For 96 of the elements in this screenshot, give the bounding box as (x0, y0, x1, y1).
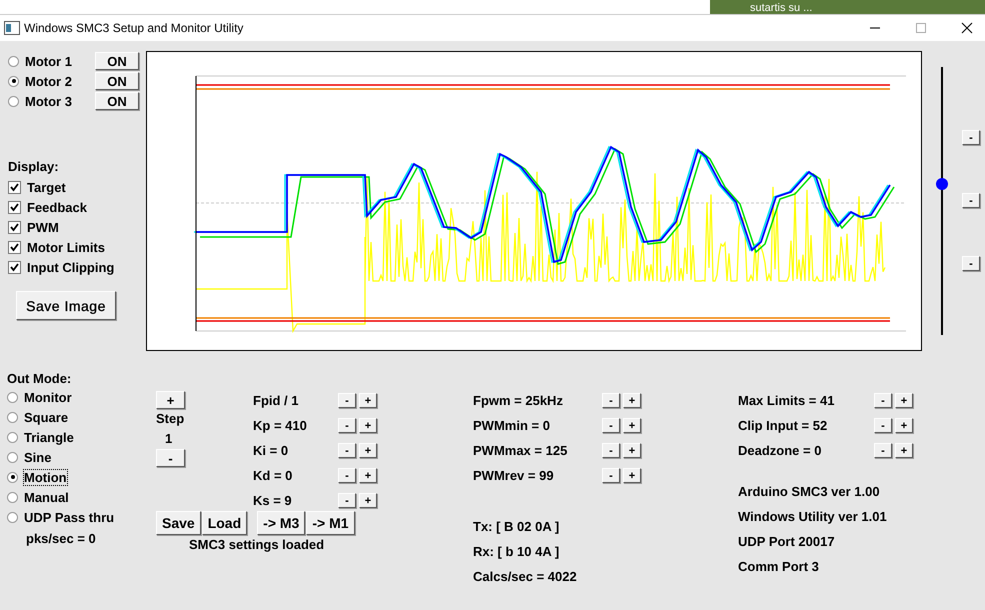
background-window-text: sutartis su ... (750, 2, 812, 14)
file-button[interactable]: Load (202, 511, 248, 535)
motor-on-button[interactable]: ON (95, 72, 139, 90)
pid-param-label: Ks = 9 (253, 493, 293, 508)
decrease-button[interactable]: - (338, 468, 356, 483)
comms-text: Tx: [ B 02 0A ] (473, 518, 560, 536)
pwm-param-label: PWMmax = 125 (473, 443, 568, 458)
decrease-button[interactable]: - (338, 418, 356, 433)
out-mode-label: Out Mode: (7, 371, 72, 387)
pid-param-label: Kp = 410 (253, 418, 308, 433)
out-mode-radio[interactable] (7, 432, 18, 442)
motor-radio[interactable] (8, 76, 19, 86)
display-checkbox[interactable] (8, 220, 21, 234)
increase-button[interactable]: + (359, 468, 377, 483)
decrease-button[interactable]: - (874, 443, 892, 458)
pid-param-label: Kd = 0 (253, 468, 294, 483)
decrease-button[interactable]: - (874, 393, 892, 408)
step-increase-button[interactable]: + (156, 391, 185, 409)
display-checkbox[interactable] (8, 200, 21, 214)
pwm-param-label: PWMrev = 99 (473, 468, 555, 483)
limit-param-label: Max Limits = 41 (738, 393, 836, 408)
decrease-button[interactable]: - (338, 493, 356, 508)
status-text: SMC3 settings loaded (188, 537, 326, 552)
out-mode-label: Motion (24, 470, 67, 484)
increase-button[interactable]: + (623, 418, 641, 433)
decrease-button[interactable]: - (602, 418, 620, 433)
info-text: Windows Utility ver 1.01 (738, 508, 888, 526)
increase-button[interactable]: + (623, 393, 641, 408)
out-mode-label: Triangle (24, 430, 74, 444)
increase-button[interactable]: + (359, 418, 377, 433)
display-option-label: Target (27, 180, 66, 194)
increase-button[interactable]: + (895, 418, 913, 433)
increase-button[interactable]: + (359, 393, 377, 408)
display-option-label: PWM (27, 220, 59, 234)
motor-radio[interactable] (8, 56, 19, 66)
close-icon[interactable] (961, 22, 973, 34)
window-title: Windows SMC3 Setup and Monitor Utility (24, 21, 244, 35)
copy-settings-button[interactable]: -> M3 (257, 511, 306, 535)
file-button[interactable]: Save (156, 511, 201, 535)
out-mode-radio[interactable] (7, 412, 18, 422)
decrease-button[interactable]: - (602, 393, 620, 408)
display-checkbox[interactable] (8, 260, 21, 274)
pid-param-label: Ki = 0 (253, 443, 290, 458)
display-option-label: Input Clipping (27, 260, 114, 274)
increase-button[interactable]: + (623, 443, 641, 458)
motor-label: Motor 3 (25, 94, 73, 108)
packet-rate-text: pks/sec = 0 (26, 531, 97, 546)
out-mode-radio[interactable] (7, 392, 18, 402)
limit-param-label: Deadzone = 0 (738, 443, 822, 458)
display-option-label: Motor Limits (27, 240, 105, 254)
out-mode-radio[interactable] (7, 472, 18, 482)
step-label: Step (156, 410, 184, 428)
info-text: UDP Port 20017 (738, 533, 836, 551)
comms-text: Calcs/sec = 4022 (473, 568, 578, 586)
out-mode-radio[interactable] (7, 512, 18, 522)
pid-param-label: Fpid / 1 (253, 393, 300, 408)
out-mode-label: UDP Pass thru (24, 510, 114, 524)
out-mode-label: Monitor (24, 390, 72, 404)
limit-param-label: Clip Input = 52 (738, 418, 828, 433)
info-text: Arduino SMC3 ver 1.00 (738, 483, 881, 501)
info-text: Comm Port 3 (738, 558, 820, 576)
motor-radio[interactable] (8, 96, 19, 106)
side-button[interactable]: - (962, 193, 980, 208)
display-checkbox[interactable] (8, 180, 21, 194)
motor-label: Motor 2 (25, 74, 73, 88)
out-mode-radio[interactable] (7, 452, 18, 462)
increase-button[interactable]: + (359, 443, 377, 458)
increase-button[interactable]: + (359, 493, 377, 508)
increase-button[interactable]: + (895, 393, 913, 408)
pwm-param-label: Fpwm = 25kHz (473, 393, 564, 408)
display-option-label: Feedback (27, 200, 87, 214)
out-mode-radio[interactable] (7, 492, 18, 502)
motor-on-button[interactable]: ON (95, 52, 139, 70)
side-button[interactable]: - (962, 256, 980, 271)
decrease-button[interactable]: - (874, 418, 892, 433)
decrease-button[interactable]: - (602, 468, 620, 483)
pwm-param-label: PWMmin = 0 (473, 418, 551, 433)
copy-settings-button[interactable]: -> M1 (306, 511, 355, 535)
save-image-button[interactable]: Save Image (16, 291, 116, 320)
out-mode-label: Sine (24, 450, 52, 464)
decrease-button[interactable]: - (602, 443, 620, 458)
motor-label: Motor 1 (25, 54, 73, 68)
out-mode-label: Manual (24, 490, 69, 504)
decrease-button[interactable]: - (338, 393, 356, 408)
decrease-button[interactable]: - (338, 443, 356, 458)
step-decrease-button[interactable]: - (156, 449, 185, 467)
step-value: 1 (165, 430, 172, 448)
motor-on-button[interactable]: ON (95, 92, 139, 110)
display-label: Display: (8, 158, 60, 176)
comms-text: Rx: [ b 10 4A ] (473, 543, 560, 561)
window-icon (4, 21, 20, 35)
side-button[interactable]: - (962, 130, 980, 145)
out-mode-label: Square (24, 410, 68, 424)
increase-button[interactable]: + (623, 468, 641, 483)
increase-button[interactable]: + (895, 443, 913, 458)
display-checkbox[interactable] (8, 240, 21, 254)
